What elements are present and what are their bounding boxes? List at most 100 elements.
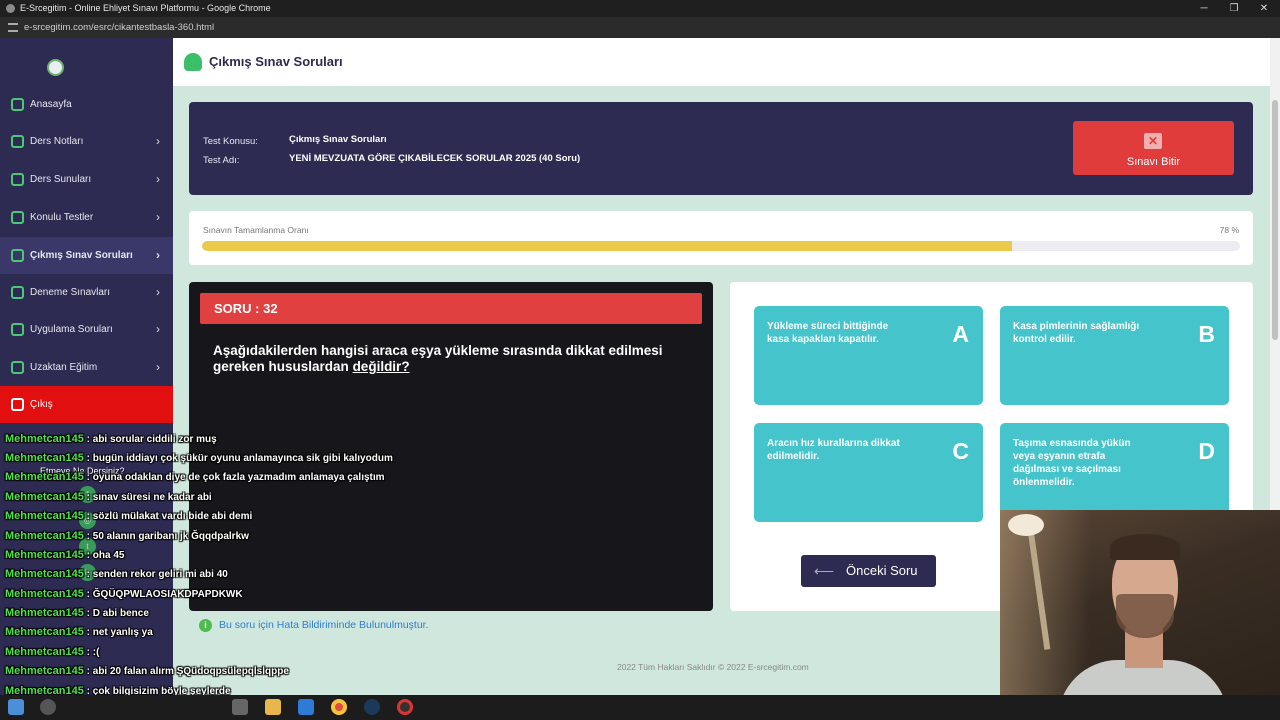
chat-message: Mehmetcan145 : 50 alanın garibanı jk Ğqq…: [5, 530, 249, 542]
outlook-icon[interactable]: [298, 699, 314, 715]
chat-username: Mehmetcan145: [5, 607, 84, 619]
list-icon: [11, 286, 24, 299]
option-text: Kasa pimlerinin sağlamlığı kontrol edili…: [1013, 321, 1140, 345]
close-icon[interactable]: ✕: [1248, 0, 1280, 17]
option-a[interactable]: Yükleme süreci bittiğinde kasa kapakları…: [754, 306, 983, 405]
chat-text: : abi 20 falan alırm ŞQüdoqpsülepqlslqpp…: [83, 666, 289, 677]
browser-title-bar: E-Srcegitim - Online Ehliyet Sınavı Plat…: [0, 0, 1280, 17]
option-letter: A: [952, 321, 969, 347]
chevron-right-icon: ›: [156, 248, 160, 262]
chat-message: Mehmetcan145 : net yanlış ya: [5, 626, 153, 638]
chat-text: : sınav süresi ne kadar abi: [83, 492, 212, 503]
progress-track: [202, 241, 1240, 251]
chat-text: : bugün iddiayı çok şükür oyunu anlamayı…: [83, 453, 393, 464]
option-d[interactable]: Taşıma esnasında yükün veya eşyanın etra…: [1000, 423, 1229, 522]
restore-icon[interactable]: ❐: [1218, 0, 1250, 17]
chat-text: : sözlü mülakat vardı bide abi demi: [83, 511, 253, 522]
start-icon[interactable]: [8, 699, 24, 715]
option-text: Aracın hız kurallarına dikkat edilmelidi…: [767, 438, 900, 462]
sidebar-item-ders-sunulari[interactable]: Ders Sunuları ›: [0, 161, 173, 198]
chat-text: : ĞQÜQPWLAOSIAKDPAPDKWK: [83, 589, 243, 600]
logo[interactable]: [47, 59, 64, 76]
stream-chat-overlay: Mehmetcan145 : abi sorular ciddili zor m…: [0, 410, 420, 720]
chat-text: : oha 45: [83, 550, 125, 561]
chat-username: Mehmetcan145: [5, 491, 84, 503]
document-icon: [11, 249, 24, 262]
chat-message: Mehmetcan145 : abi 20 falan alırm ŞQüdoq…: [5, 665, 289, 677]
file-explorer-icon[interactable]: [265, 699, 281, 715]
option-b[interactable]: Kasa pimlerinin sağlamlığı kontrol edili…: [1000, 306, 1229, 405]
option-c[interactable]: Aracın hız kurallarına dikkat edilmelidi…: [754, 423, 983, 522]
chat-username: Mehmetcan145: [5, 433, 84, 445]
chat-text: : net yanlış ya: [83, 627, 153, 638]
minimize-icon[interactable]: ─: [1188, 0, 1220, 17]
chevron-right-icon: ›: [156, 134, 160, 148]
scrollbar-thumb[interactable]: [1272, 100, 1278, 340]
progress-label: Sınavın Tamamlanma Oranı: [203, 225, 309, 235]
sidebar-item-label: Anasayfa: [30, 99, 72, 110]
chevron-right-icon: ›: [156, 172, 160, 186]
sidebar-item-uygulama-sorulari[interactable]: Uygulama Soruları ›: [0, 311, 173, 348]
chat-message: Mehmetcan145 : D abi bence: [5, 607, 149, 619]
page-title: Çıkmış Sınav Soruları: [209, 54, 343, 69]
chat-text: : D abi bence: [83, 608, 149, 619]
chat-text: : oyuna odaklan diye de çok fazla yazmad…: [83, 472, 385, 483]
chevron-right-icon: ›: [156, 322, 160, 336]
person-beard: [1116, 594, 1174, 638]
chat-message: Mehmetcan145 : sınav süresi ne kadar abi: [5, 491, 212, 503]
chat-message: Mehmetcan145 : oyuna odaklan diye de çok…: [5, 471, 385, 483]
chat-username: Mehmetcan145: [5, 471, 84, 483]
presentation-icon: [11, 173, 24, 186]
chat-text: : :(: [83, 647, 100, 658]
finish-exam-label: Sınavı Bitir: [1126, 156, 1181, 168]
sidebar-item-label: Uygulama Soruları: [30, 324, 113, 335]
site-favicon-icon: [6, 4, 15, 13]
sidebar-item-label: Deneme Sınavları: [30, 287, 111, 298]
question-text-underlined: değildir?: [352, 359, 410, 374]
page-header: Çıkmış Sınav Soruları: [173, 38, 1270, 86]
option-text: Taşıma esnasında yükün veya eşyanın etra…: [1013, 438, 1131, 488]
sidebar-item-uzaktan-egitim[interactable]: Uzaktan Eğitim ›: [0, 349, 173, 386]
question-text: Aşağıdakilerden hangisi araca eşya yükle…: [213, 343, 683, 375]
chat-username: Mehmetcan145: [5, 530, 84, 542]
chevron-right-icon: ›: [156, 210, 160, 224]
sidebar-item-cikmis-sinav-sorulari[interactable]: Çıkmış Sınav Soruları ›: [0, 237, 173, 274]
sidebar-item-label: Çıkmış Sınav Soruları: [30, 250, 133, 261]
url-text[interactable]: e-srcegitim.com/esrc/cikantestbasla-360.…: [24, 17, 214, 38]
question-number: SORU : 32: [200, 293, 702, 324]
sidebar-item-ders-notlari[interactable]: Ders Notları ›: [0, 123, 173, 160]
progress-card: Sınavın Tamamlanma Oranı 78 %: [189, 211, 1253, 265]
sidebar-item-anasayfa[interactable]: Anasayfa: [0, 86, 173, 123]
taskbar: [0, 695, 1280, 720]
address-bar[interactable]: e-srcegitim.com/esrc/cikantestbasla-360.…: [0, 17, 1280, 38]
chat-message: Mehmetcan145 : abi sorular ciddili zor m…: [5, 433, 217, 445]
sidebar-item-label: Ders Sunuları: [30, 174, 92, 185]
monitor-icon: [11, 361, 24, 374]
task-view-icon[interactable]: [232, 699, 248, 715]
sidebar-item-deneme-sinavlari[interactable]: Deneme Sınavları ›: [0, 274, 173, 311]
arrow-left-icon: ⟵: [814, 563, 835, 579]
chrome-icon[interactable]: [331, 699, 347, 715]
person-hair: [1110, 534, 1180, 560]
search-icon[interactable]: [40, 699, 56, 715]
book-icon: [11, 135, 24, 148]
leaf-hand-icon: [184, 53, 202, 71]
test-topic-label: Test Konusu:: [203, 136, 258, 147]
close-square-icon: ✕: [1144, 133, 1162, 149]
sidebar-item-konulu-testler[interactable]: Konulu Testler ›: [0, 199, 173, 236]
obs-icon[interactable]: [397, 699, 413, 715]
sidebar-item-label: Konulu Testler: [30, 212, 94, 223]
window-title: E-Srcegitim - Online Ehliyet Sınavı Plat…: [20, 3, 271, 13]
site-settings-icon[interactable]: [8, 23, 18, 32]
chat-message: Mehmetcan145 : bugün iddiayı çok şükür o…: [5, 452, 393, 464]
chat-username: Mehmetcan145: [5, 626, 84, 638]
chat-username: Mehmetcan145: [5, 549, 84, 561]
chat-message: Mehmetcan145 : sözlü mülakat vardı bide …: [5, 510, 252, 522]
chat-username: Mehmetcan145: [5, 568, 84, 580]
steam-icon[interactable]: [364, 699, 380, 715]
previous-question-button[interactable]: ⟵ Önceki Soru: [801, 555, 936, 587]
chat-message: Mehmetcan145 : ĞQÜQPWLAOSIAKDPAPDKWK: [5, 588, 243, 600]
finish-exam-button[interactable]: ✕ Sınavı Bitir: [1073, 121, 1234, 175]
chat-username: Mehmetcan145: [5, 665, 84, 677]
webcam-overlay: [1000, 510, 1280, 720]
